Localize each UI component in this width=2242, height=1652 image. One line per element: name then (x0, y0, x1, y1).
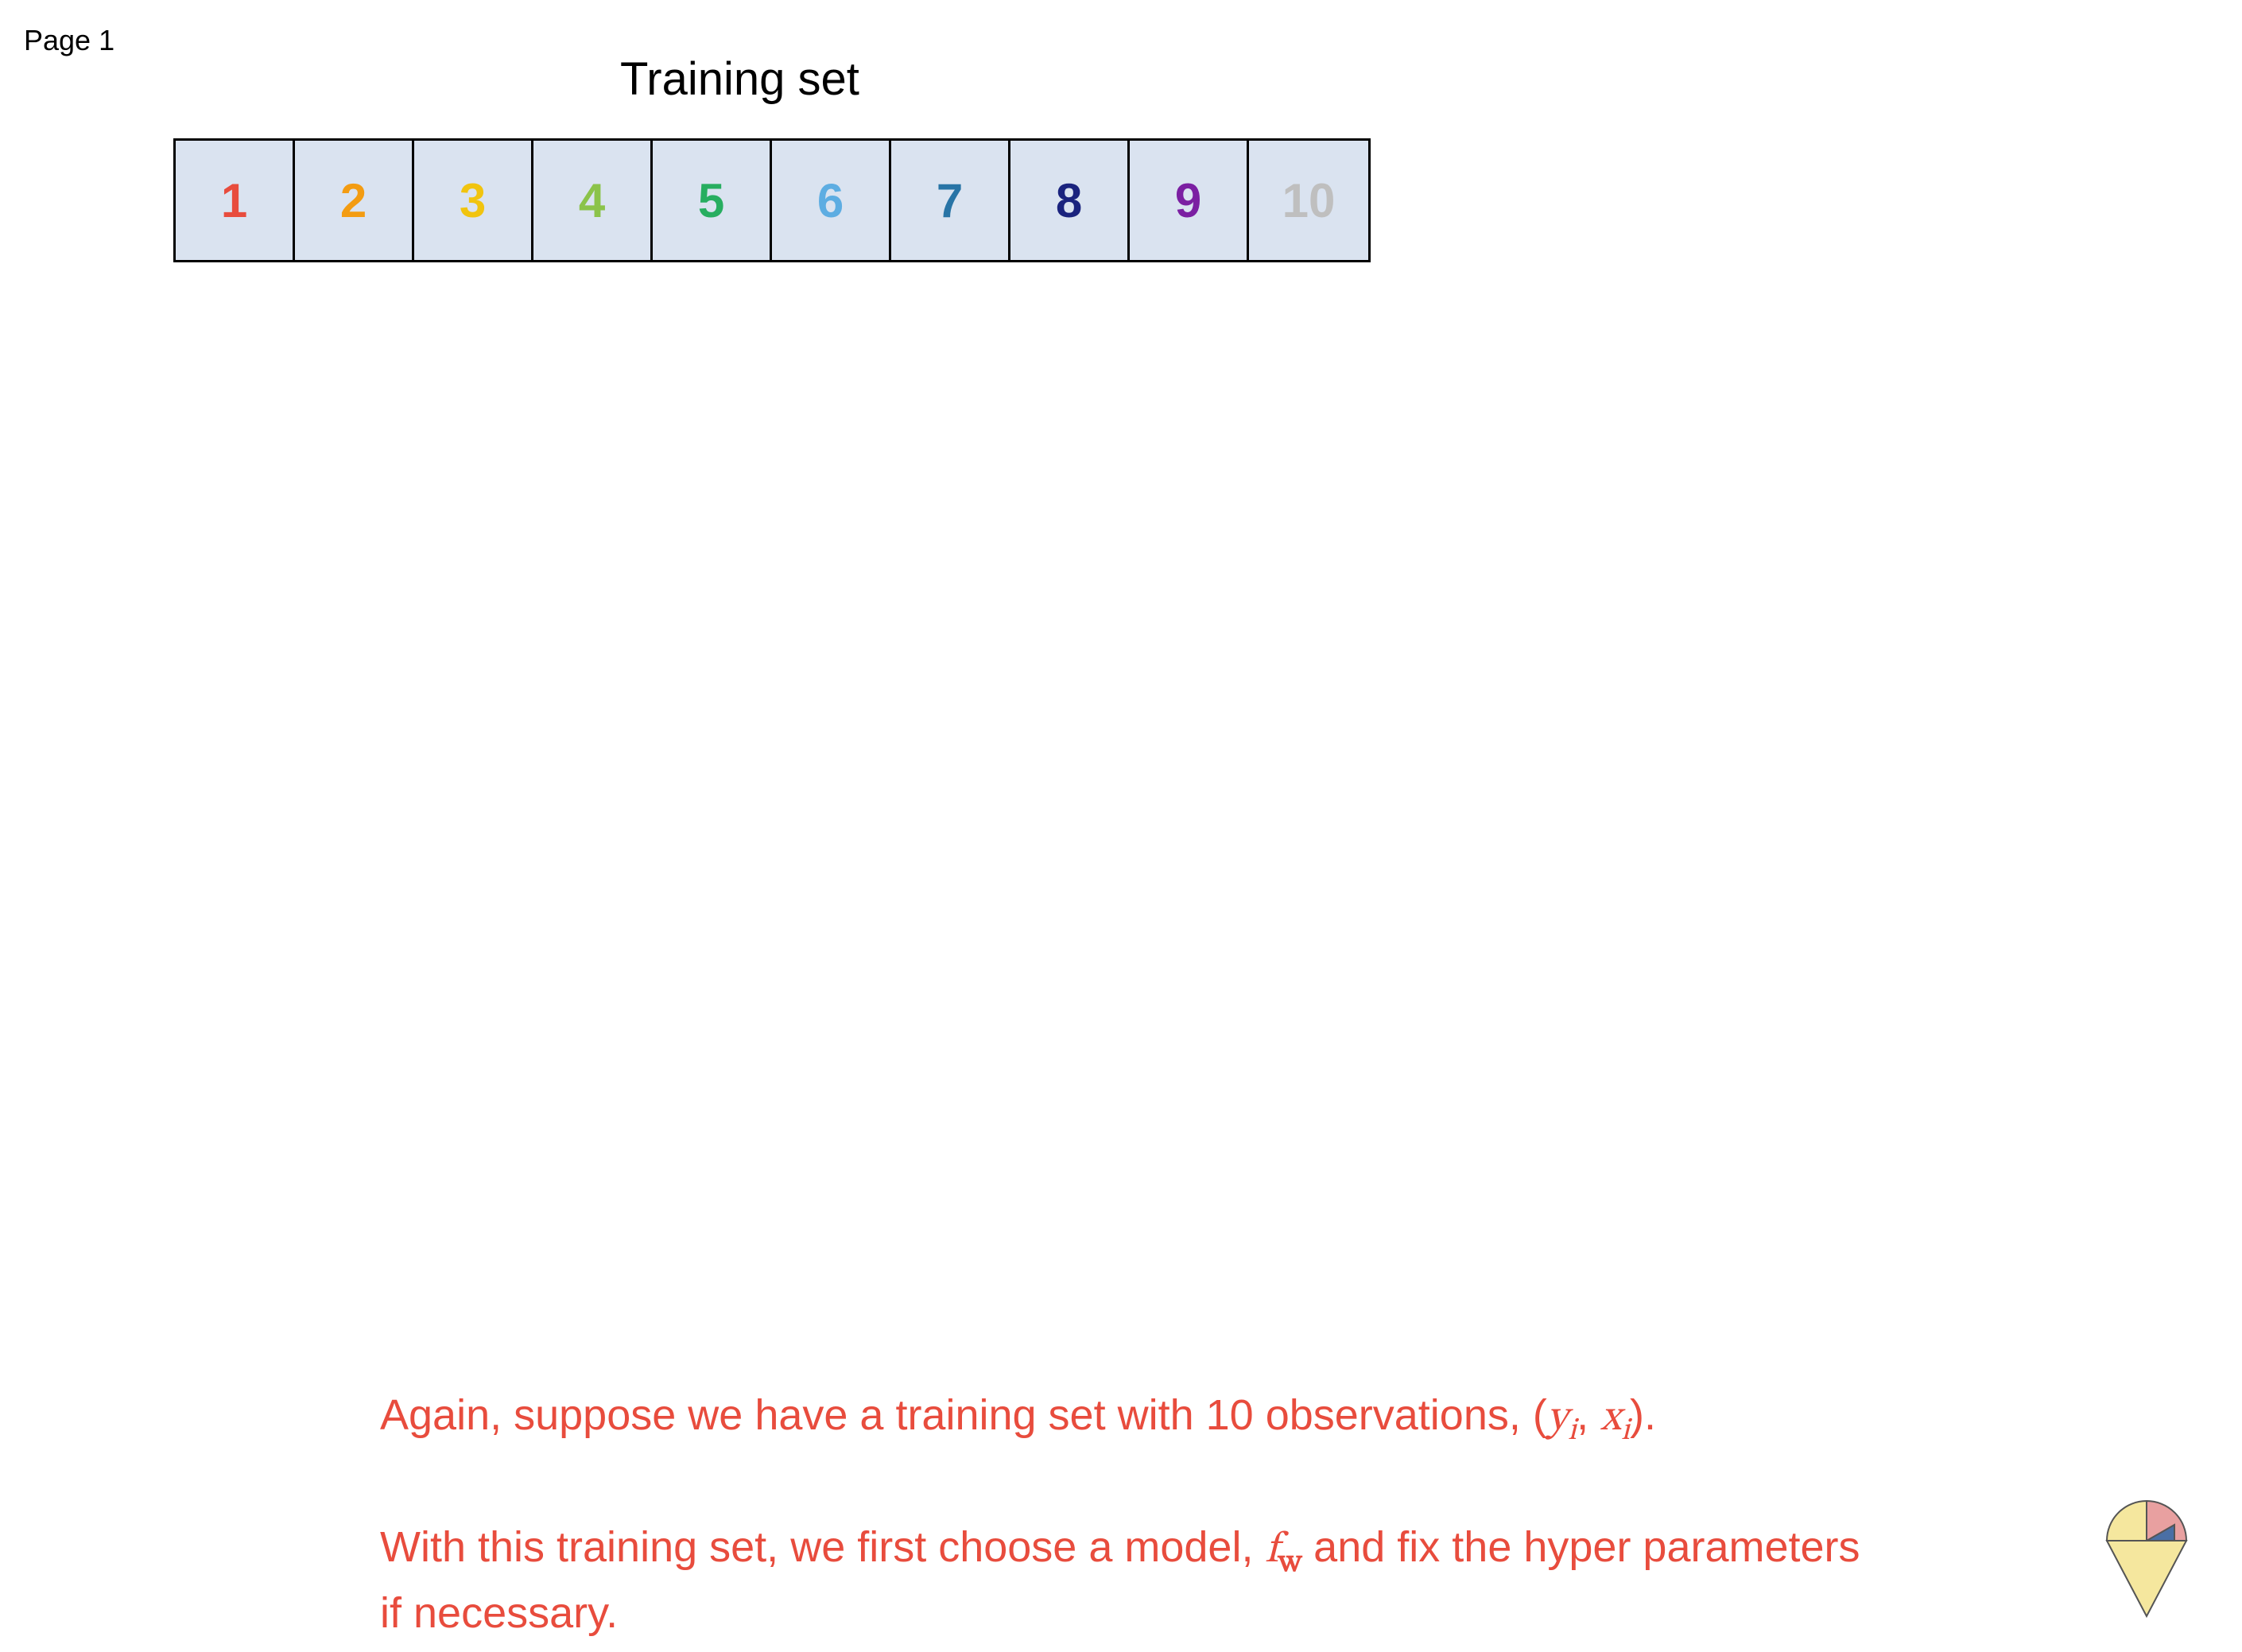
math-var-f: f (1265, 1529, 1278, 1572)
page-label: Page 1 (24, 24, 114, 57)
text-fragment: , (1577, 1391, 1600, 1439)
training-set-cells: 12345678910 (173, 138, 1371, 262)
math-var-x: x (1600, 1397, 1621, 1440)
math-sub-i: i (1568, 1416, 1577, 1447)
training-cell-9: 9 (1130, 141, 1249, 260)
math-sub-i: i (1621, 1416, 1630, 1447)
training-cell-6: 6 (772, 141, 891, 260)
logo-icon (2099, 1493, 2194, 1620)
training-cell-4: 4 (533, 141, 653, 260)
slide-title: Training set (620, 52, 859, 106)
text-fragment: With this training set, we first choose … (380, 1523, 1265, 1571)
math-sub-w: w (1278, 1548, 1301, 1579)
body-paragraph-2: With this training set, we first choose … (380, 1518, 1875, 1642)
training-cell-8: 8 (1010, 141, 1130, 260)
text-fragment: ). (1630, 1391, 1656, 1439)
body-paragraph-1: Again, suppose we have a training set wi… (380, 1386, 1875, 1452)
math-var-y: y (1547, 1397, 1568, 1440)
training-cell-1: 1 (176, 141, 295, 260)
training-cell-7: 7 (891, 141, 1010, 260)
training-cell-3: 3 (414, 141, 533, 260)
training-cell-5: 5 (653, 141, 772, 260)
training-cell-2: 2 (295, 141, 414, 260)
text-fragment: Again, suppose we have a training set wi… (380, 1391, 1547, 1439)
training-cell-10: 10 (1249, 141, 1368, 260)
